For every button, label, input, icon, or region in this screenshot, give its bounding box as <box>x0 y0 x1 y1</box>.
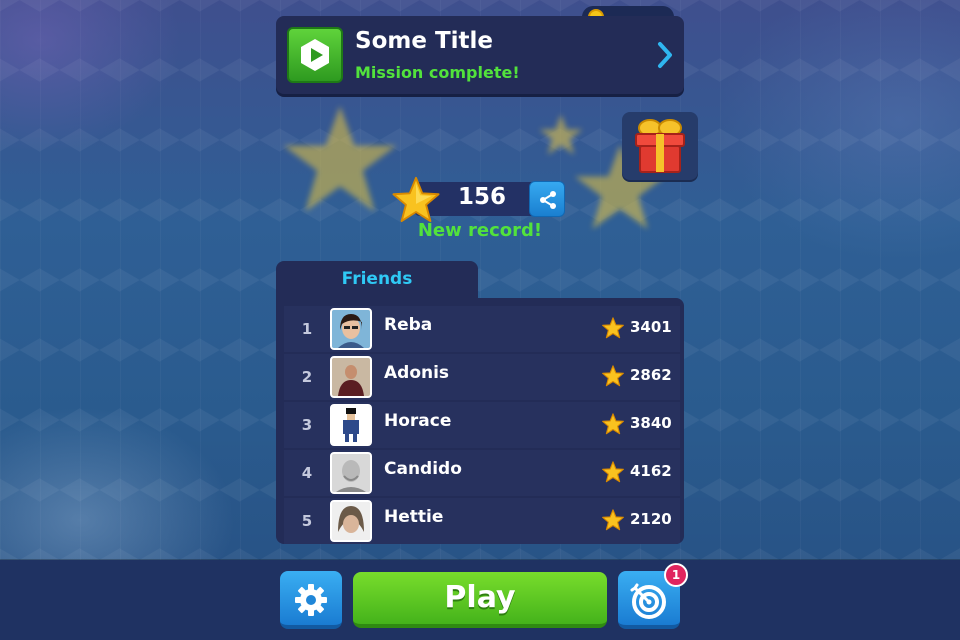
decorative-star-icon <box>283 106 397 212</box>
rank-number: 4 <box>301 464 313 482</box>
leaderboard-row[interactable]: 2 Adonis 2862 <box>284 354 680 400</box>
gear-icon <box>295 584 327 616</box>
share-button[interactable] <box>529 181 565 217</box>
avatar <box>330 500 372 542</box>
gift-button[interactable] <box>622 112 698 180</box>
leaderboard: 1 Reba 3401 2 Adonis 2862 3 Horace 3840 … <box>276 298 684 544</box>
tab-friends[interactable]: Friends <box>276 261 478 301</box>
leaderboard-row[interactable]: 3 Horace 3840 <box>284 402 680 448</box>
star-icon <box>602 461 624 483</box>
avatar <box>330 356 372 398</box>
player-name: Hettie <box>384 507 444 527</box>
new-record-label: New record! <box>417 220 543 241</box>
share-icon <box>540 191 556 209</box>
rank-number: 5 <box>301 512 313 530</box>
player-score: 4162 <box>630 462 672 480</box>
player-score: 2862 <box>630 366 672 384</box>
avatar <box>330 308 372 350</box>
leaderboard-row[interactable]: 5 Hettie 2120 <box>284 498 680 544</box>
notification-badge: 1 <box>664 563 688 587</box>
avatar <box>330 452 372 494</box>
leaderboard-row[interactable]: 4 Candido 4162 <box>284 450 680 496</box>
player-name: Reba <box>384 315 433 335</box>
tab-friends-label: Friends <box>341 269 413 289</box>
play-button-label: Play <box>444 580 516 615</box>
gift-icon <box>635 119 685 173</box>
avatar <box>330 404 372 446</box>
rank-number: 2 <box>301 368 313 386</box>
mission-status: Mission complete! <box>355 63 520 82</box>
player-score: 3401 <box>630 318 672 336</box>
mission-title: Some Title <box>355 28 493 54</box>
player-name: Candido <box>384 459 462 479</box>
rank-number: 3 <box>301 416 313 434</box>
settings-button[interactable] <box>280 571 342 629</box>
leaderboard-row[interactable]: 1 Reba 3401 <box>284 306 680 352</box>
player-score: 2120 <box>630 510 672 528</box>
play-icon <box>287 27 343 83</box>
mission-card[interactable]: Some Title Mission complete! <box>276 16 684 94</box>
star-icon <box>602 509 624 531</box>
player-name: Horace <box>384 411 452 431</box>
play-button[interactable]: Play <box>353 572 607 628</box>
star-icon <box>602 317 624 339</box>
star-icon <box>602 413 624 435</box>
rank-number: 1 <box>301 320 313 338</box>
player-score: 3840 <box>630 414 672 432</box>
player-name: Adonis <box>384 363 450 383</box>
star-icon <box>392 176 440 223</box>
star-icon <box>602 365 624 387</box>
target-icon <box>630 583 666 619</box>
score-value: 156 <box>457 184 506 210</box>
chevron-right-icon[interactable] <box>656 40 674 70</box>
